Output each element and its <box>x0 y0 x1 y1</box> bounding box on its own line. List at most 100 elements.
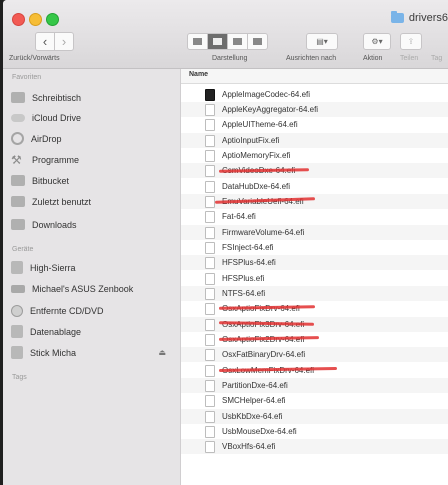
list-item[interactable]: UsbMouseDxe-64.efi <box>181 424 448 439</box>
sidebar-item-programme[interactable]: ⚒ Programme <box>11 151 176 168</box>
file-icon <box>205 440 215 453</box>
sidebar-item-stick-micha[interactable]: Stick Micha ⏏ <box>11 344 176 361</box>
file-icon <box>205 118 215 131</box>
disk-icon <box>11 346 23 359</box>
list-item[interactable]: SMCHelper-64.efi <box>181 393 448 408</box>
list-item[interactable]: AppleImageCodec-64.efi <box>181 87 448 102</box>
sidebar-item-airdrop[interactable]: AirDrop <box>11 130 176 147</box>
finder-window: drivers6 ‹ › Zurück/Vorwärts Darstellung… <box>3 0 448 485</box>
cd-icon <box>11 304 23 317</box>
file-name: OsxFatBinaryDrv-64.efi <box>222 350 306 359</box>
file-name: AptioInputFix.efi <box>222 136 280 145</box>
list-item[interactable]: FirmwareVolume-64.efi <box>181 225 448 240</box>
close-button[interactable] <box>12 13 25 26</box>
list-item[interactable]: FSInject-64.efi <box>181 240 448 255</box>
sidebar-item-label: iCloud Drive <box>32 112 82 123</box>
forward-button[interactable]: › <box>55 32 74 51</box>
sidebar-item-label: Datenablage <box>30 326 82 337</box>
devices-header: Geräte <box>12 246 34 253</box>
list-item[interactable]: AptioInputFix.efi <box>181 133 448 148</box>
sidebar-item-label: Bitbucket <box>32 175 70 186</box>
list-item[interactable]: NTFS-64.efi <box>181 286 448 301</box>
disk-icon <box>11 325 23 338</box>
action-button[interactable]: ⚙▾ <box>363 33 391 50</box>
file-icon <box>205 180 215 193</box>
list-item[interactable]: Fat-64.efi <box>181 209 448 224</box>
list-item[interactable]: AppleUITheme-64.efi <box>181 117 448 132</box>
file-icon <box>205 394 215 407</box>
sidebar-item-remote-cd[interactable]: Entfernte CD/DVD <box>11 302 176 319</box>
list-item[interactable]: OsxAptioFix3Drv-64.efi <box>181 317 448 332</box>
list-view-button[interactable] <box>208 33 228 50</box>
sidebar-item-icloud[interactable]: iCloud Drive <box>11 109 176 126</box>
minimize-button[interactable] <box>29 13 42 26</box>
sidebar: Favoriten Schreibtisch iCloud Drive AirD… <box>3 69 181 485</box>
file-icon <box>205 287 215 300</box>
file-name: VBoxHfs-64.efi <box>222 442 276 451</box>
list-item[interactable]: VBoxHfs-64.efi <box>181 439 448 454</box>
file-icon <box>205 333 215 346</box>
file-name: AppleUITheme-64.efi <box>222 120 298 129</box>
sidebar-item-bitbucket[interactable]: Bitbucket <box>11 172 176 189</box>
apps-icon: ⚒ <box>11 152 22 167</box>
file-icon <box>205 195 215 208</box>
list-item[interactable]: DataHubDxe-64.efi <box>181 179 448 194</box>
sidebar-item-desktop[interactable]: Schreibtisch <box>11 89 176 106</box>
list-item[interactable]: AppleKeyAggregator-64.efi <box>181 102 448 117</box>
folder-icon <box>390 11 404 23</box>
list-item[interactable]: HFSPlus.efi <box>181 271 448 286</box>
arrange-button[interactable]: ▤▾ <box>306 33 338 50</box>
icon-view-button[interactable] <box>187 33 208 50</box>
sidebar-item-recents[interactable]: Zuletzt benutzt <box>11 193 176 210</box>
action-label: Aktion <box>363 55 383 62</box>
nav-label: Zurück/Vorwärts <box>9 55 60 62</box>
file-icon <box>205 164 215 177</box>
tags-header: Tags <box>12 374 27 381</box>
arrange-label: Ausrichten nach <box>286 55 337 62</box>
file-name: UsbMouseDxe-64.efi <box>222 427 297 436</box>
file-name: AppleImageCodec-64.efi <box>222 90 311 99</box>
zoom-button[interactable] <box>46 13 59 26</box>
file-icon <box>205 318 215 331</box>
eject-icon[interactable]: ⏏ <box>158 348 166 357</box>
file-name: UsbKbDxe-64.efi <box>222 412 283 421</box>
file-icon <box>205 134 215 147</box>
gallery-view-icon <box>253 38 262 45</box>
column-header-name[interactable]: Name <box>181 69 448 84</box>
share-button[interactable]: ⇪ <box>400 33 422 50</box>
nav-buttons: ‹ › <box>35 32 74 51</box>
back-button[interactable]: ‹ <box>35 32 55 51</box>
share-icon: ⇪ <box>407 37 415 46</box>
file-icon <box>205 348 215 361</box>
window-title-area: drivers6 <box>390 11 448 24</box>
file-name: HFSPlus-64.efi <box>222 258 276 267</box>
chevron-left-icon: ‹ <box>42 34 48 49</box>
list-item[interactable]: OsxFatBinaryDrv-64.efi <box>181 347 448 362</box>
list-item[interactable]: HFSPlus-64.efi <box>181 255 448 270</box>
disk-icon <box>11 261 23 274</box>
sidebar-item-label: AirDrop <box>31 133 62 144</box>
column-header-label: Name <box>189 71 209 78</box>
favorites-header: Favoriten <box>12 74 42 81</box>
column-view-button[interactable] <box>228 33 248 50</box>
list-item[interactable]: PartitionDxe-64.efi <box>181 378 448 393</box>
share-label: Teilen <box>400 55 419 62</box>
file-icon <box>205 226 215 239</box>
sidebar-item-label: Michael's ASUS Zenbook <box>32 283 134 294</box>
file-icon <box>205 425 215 438</box>
file-name: AptioMemoryFix.efi <box>222 151 291 160</box>
file-name: Fat-64.efi <box>222 212 256 221</box>
arrange-icon: ▤▾ <box>316 37 328 46</box>
file-name: NTFS-64.efi <box>222 289 266 298</box>
column-view-icon <box>233 38 242 45</box>
gallery-view-button[interactable] <box>248 33 268 50</box>
file-icon <box>205 272 215 285</box>
sidebar-item-datenablage[interactable]: Datenablage <box>11 323 176 340</box>
list-item[interactable]: AptioMemoryFix.efi <box>181 148 448 163</box>
list-item[interactable]: UsbKbDxe-64.efi <box>181 409 448 424</box>
sidebar-item-downloads[interactable]: Downloads <box>11 216 176 233</box>
sidebar-item-high-sierra[interactable]: High-Sierra <box>11 259 176 276</box>
sidebar-item-zenbook[interactable]: Michael's ASUS Zenbook <box>11 280 176 297</box>
sidebar-item-label: Entfernte CD/DVD <box>30 305 104 316</box>
airdrop-icon <box>11 132 24 145</box>
